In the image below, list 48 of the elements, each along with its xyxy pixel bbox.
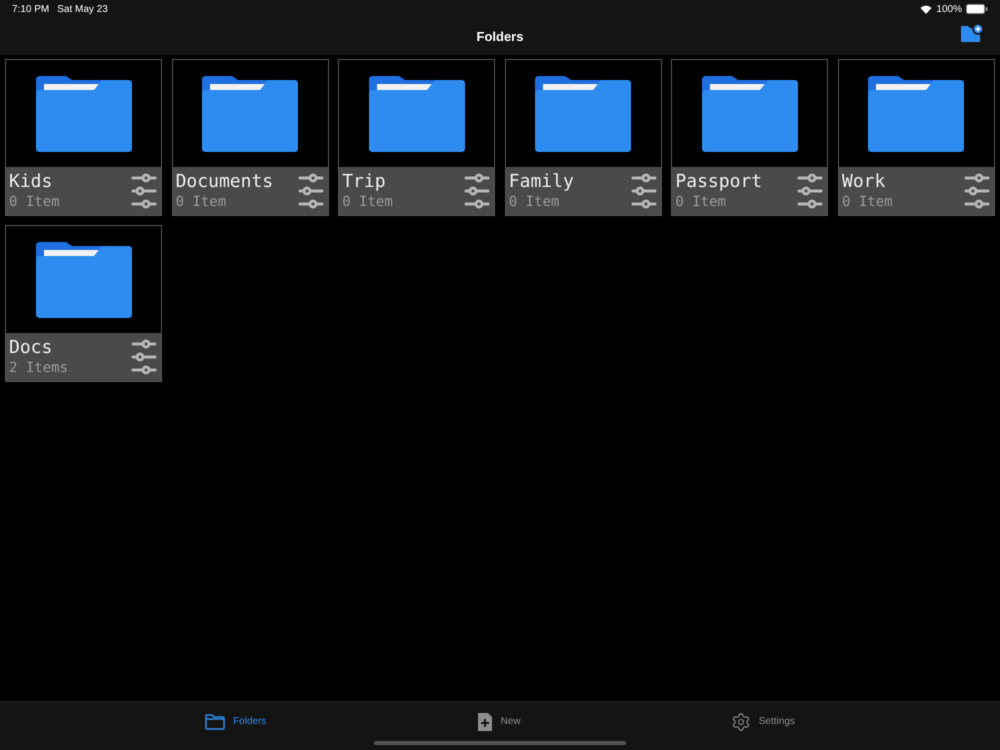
folder-card[interactable]: Docs 2 Items (5, 225, 162, 382)
sliders-icon[interactable] (464, 173, 490, 209)
folder-name: Passport (675, 171, 764, 194)
item-count: 0 Item (508, 194, 560, 211)
folder-name: Trip (342, 171, 387, 194)
status-date: Sat May 23 (57, 2, 108, 16)
folder-name: Family (508, 171, 575, 194)
folder-icon (868, 76, 964, 152)
folder-name: Documents (176, 171, 274, 194)
folder-icon (535, 76, 632, 152)
folder-icon (702, 76, 798, 152)
folder-name: Work (842, 171, 886, 194)
folder-icon (202, 76, 298, 152)
navigation-title: Folders (476, 28, 524, 46)
folder-icon (36, 242, 132, 318)
folder-name: Kids (9, 171, 54, 194)
folder-card[interactable]: Kids 0 Item (5, 59, 162, 216)
tab-bar-item[interactable]: Settings (730, 712, 795, 732)
tab-bar-item[interactable]: Folders (205, 714, 266, 730)
settings-icon (730, 712, 751, 732)
battery-percentage: 100% (936, 2, 962, 16)
folder-card[interactable]: Work 0 Item (838, 59, 995, 216)
folder-icon (368, 76, 465, 152)
sliders-icon[interactable] (298, 173, 324, 209)
folder-name: Docs (9, 337, 54, 360)
tab-bar-item[interactable]: New (476, 712, 521, 732)
folder-icon (205, 714, 226, 730)
folder-card[interactable]: Trip 0 Item (338, 59, 496, 216)
item-count: 0 Item (9, 194, 61, 211)
wifi-icon (920, 4, 932, 14)
item-count: 0 Item (842, 194, 894, 211)
folder-card[interactable]: Passport 0 Item (671, 59, 828, 216)
sliders-icon[interactable] (964, 173, 990, 209)
sliders-icon[interactable] (131, 173, 157, 209)
battery-icon (966, 4, 988, 14)
sliders-icon[interactable] (131, 339, 157, 375)
new-document-icon (476, 712, 493, 732)
item-count: 0 Item (675, 194, 727, 211)
sliders-icon[interactable] (630, 173, 657, 209)
status-time: 7:10 PM (12, 2, 50, 16)
item-count: 0 Item (342, 194, 394, 211)
item-count: 0 Item (176, 194, 228, 211)
folder-card[interactable]: Family 0 Item (504, 59, 662, 216)
folder-card[interactable]: Documents 0 Item (172, 59, 329, 216)
item-count: 2 Items (9, 360, 70, 377)
folder-icon (36, 76, 132, 152)
add-folder-button[interactable] (960, 24, 984, 44)
sliders-icon[interactable] (797, 173, 824, 209)
